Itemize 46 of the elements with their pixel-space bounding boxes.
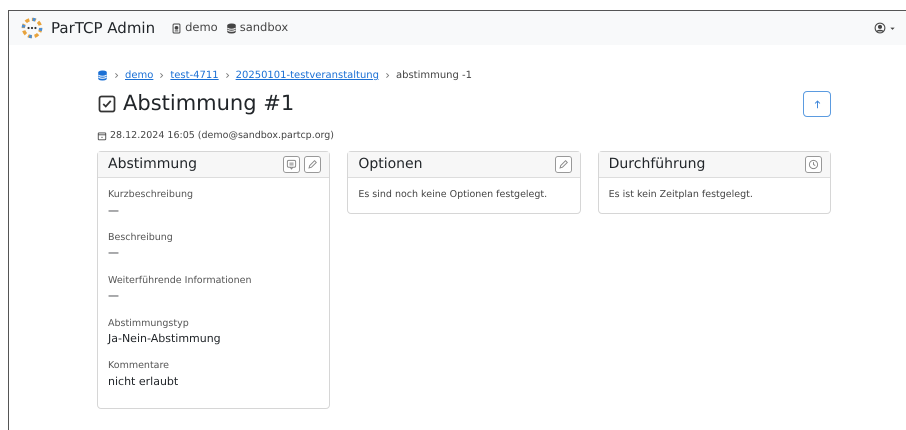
caret-icon xyxy=(889,24,896,32)
badge-icon xyxy=(171,22,182,34)
pencil-button[interactable] xyxy=(554,156,572,174)
calendar-icon xyxy=(97,131,107,142)
chevron-icon xyxy=(113,72,120,79)
card-title: Optionen xyxy=(358,155,423,174)
card-text: Es ist kein Zeitplan festgelegt. xyxy=(608,188,754,202)
comment-icon xyxy=(286,159,298,170)
field-value: nicht erlaubt xyxy=(108,374,180,390)
nav-link[interactable]: sandbox xyxy=(240,19,288,37)
brand-name[interactable]: ParTCP Admin xyxy=(51,16,156,40)
comment-button[interactable] xyxy=(283,156,300,174)
breadcrumb-current: abstimmung -1 xyxy=(396,69,472,83)
clock-icon xyxy=(808,159,819,170)
page-title: Abstimmung #1 xyxy=(123,91,294,117)
pencil-icon xyxy=(307,159,318,170)
checkbox-icon xyxy=(97,94,117,114)
pencil-button[interactable] xyxy=(304,156,322,174)
database-icon xyxy=(97,70,108,81)
card-text: Es sind noch keine Optionen festgelegt. xyxy=(358,188,548,202)
user-menu-button[interactable] xyxy=(874,22,896,34)
chevron-icon xyxy=(224,72,231,79)
breadcrumb-link[interactable]: 20250101-testveranstaltung xyxy=(236,68,379,83)
card-title: Abstimmung xyxy=(108,155,198,174)
field-label: Kurzbeschreibung xyxy=(108,188,194,202)
field-value: — xyxy=(108,245,120,262)
chevron-icon xyxy=(384,72,391,79)
field-label: Kommentare xyxy=(108,359,170,374)
card-title: Durchführung xyxy=(608,155,706,174)
timestamp: 28.12.2024 16:05 (demo@sandbox.partcp.org) xyxy=(110,129,334,143)
field-label: Abstimmungstyp xyxy=(108,316,190,330)
breadcrumb-link[interactable]: test-4711 xyxy=(170,68,219,83)
pencil-icon xyxy=(558,159,569,170)
field-value: Ja-Nein-Abstimmung xyxy=(108,330,222,347)
user-icon xyxy=(874,22,886,34)
database-icon xyxy=(226,22,237,34)
clock-button[interactable] xyxy=(804,156,822,174)
field-label: Weiterführende Informationen xyxy=(108,274,252,288)
nav-link[interactable]: demo xyxy=(185,19,218,37)
scroll-up-button[interactable] xyxy=(803,91,831,117)
field-value: — xyxy=(108,202,120,218)
chevron-icon xyxy=(158,72,166,79)
breadcrumb-link[interactable]: demo xyxy=(125,68,154,83)
logo-icon xyxy=(21,17,43,39)
field-label: Beschreibung xyxy=(108,231,174,245)
field-value: — xyxy=(108,288,120,304)
